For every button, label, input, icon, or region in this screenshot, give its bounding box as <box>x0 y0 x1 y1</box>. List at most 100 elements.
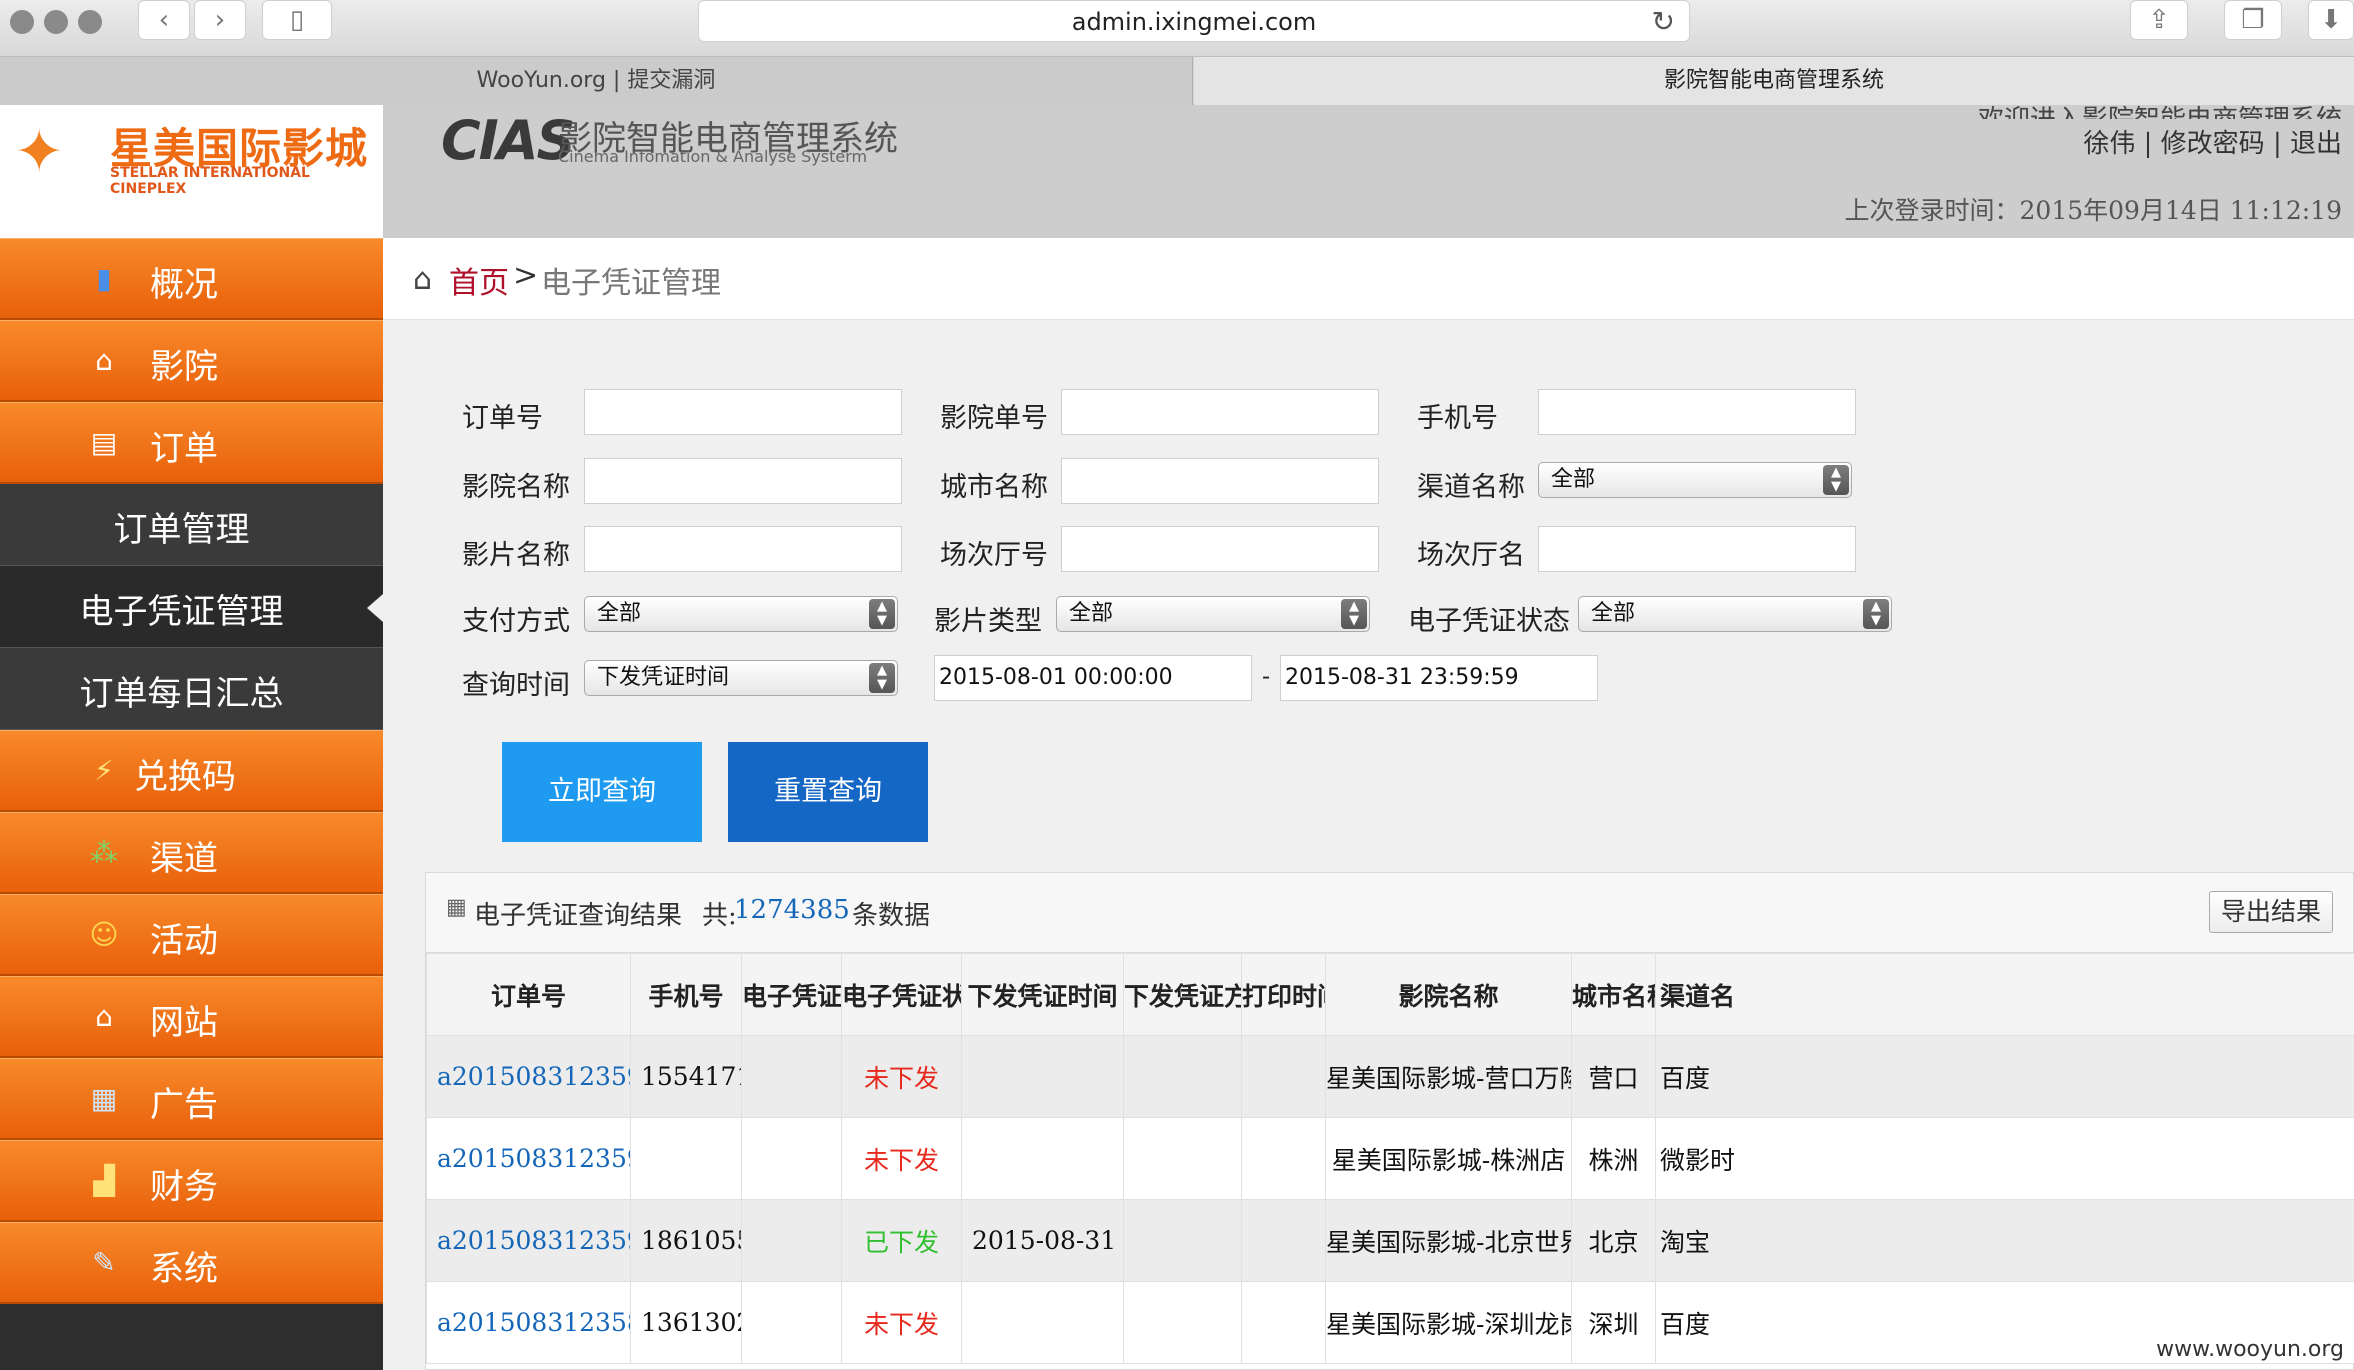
sidebar-item-order-management[interactable]: 订单管理 <box>0 484 383 566</box>
change-password-link[interactable]: 修改密码 <box>2161 129 2265 159</box>
cinema-cell: 星美国际影城-深圳龙岗万科店 <box>1325 1281 1572 1364</box>
download-icon[interactable]: ⬇ <box>2308 0 2354 40</box>
zoom-window-icon[interactable] <box>78 10 102 34</box>
sidebar-item-overview[interactable]: ▮ 概况 <box>0 238 383 320</box>
column-header[interactable]: 订单号 <box>426 953 631 1036</box>
cinema-cell: 星美国际影城-北京世界城店 <box>1325 1199 1572 1282</box>
sidebar-item-voucher-management[interactable]: 电子凭证管理 <box>0 566 383 648</box>
issue-method-cell <box>1123 1035 1242 1118</box>
sidebar-item-label: 概况 <box>150 265 218 305</box>
query-time-label: 查询时间 <box>462 670 570 701</box>
browser-tab-cias[interactable]: 影院智能电商管理系统 <box>1194 57 2354 105</box>
browser-tab-wooyun[interactable]: WooYun.org | 提交漏洞 <box>0 57 1193 105</box>
order-link[interactable]: a201508312359250844258 <box>426 1035 631 1118</box>
column-header[interactable]: 手机号 <box>630 953 742 1036</box>
sidebar-item-cinema[interactable]: ⌂ 影院 <box>0 320 383 402</box>
sidebar-item-ads[interactable]: ▦ 广告 <box>0 1058 383 1140</box>
table-row[interactable]: a201508312359250844258 15541710407 未下发 星… <box>426 1035 2354 1118</box>
results-title: 电子凭证查询结果 <box>474 901 683 931</box>
column-header[interactable]: 下发凭证时间 <box>961 953 1124 1036</box>
city-cell: 营口 <box>1571 1035 1656 1118</box>
voucher-cell <box>741 1281 842 1364</box>
chart-icon: ▮ <box>96 262 112 295</box>
minimize-window-icon[interactable] <box>44 10 68 34</box>
sidebar-item-label: 系统 <box>150 1249 218 1289</box>
results-panel: ▦ 电子凭证查询结果 共: 1274385 条数据 导出结果 订单号 手机号 电… <box>425 872 2354 1370</box>
share-icon[interactable]: ⇪ <box>2130 0 2188 40</box>
sidebar-item-system[interactable]: ✎ 系统 <box>0 1222 383 1304</box>
cinema-order-no-input[interactable] <box>1061 389 1379 435</box>
issue-method-cell <box>1123 1199 1242 1282</box>
status-cell: 未下发 <box>841 1281 962 1364</box>
sidebar-item-label: 兑换码 <box>134 757 236 797</box>
voucher-status-select[interactable]: 全部 ▲ ▼ <box>1578 596 1892 632</box>
column-header[interactable]: 电子凭证号 <box>741 953 842 1036</box>
sidebar-item-channel[interactable]: ⁂ 渠道 <box>0 812 383 894</box>
sidebar-item-order[interactable]: ▤ 订单 <box>0 402 383 484</box>
channel-cell: 百度 <box>1655 1035 2354 1118</box>
browser-tab-bar: WooYun.org | 提交漏洞 影院智能电商管理系统 <box>0 57 2354 105</box>
export-button[interactable]: 导出结果 <box>2209 891 2333 933</box>
order-no-input[interactable] <box>584 389 902 435</box>
column-header[interactable]: 城市名称 <box>1571 953 1656 1036</box>
address-bar[interactable]: admin.ixingmei.com ↻ <box>698 0 1690 42</box>
tabs-overview-icon[interactable]: ❐ <box>2224 0 2282 40</box>
reset-button[interactable]: 重置查询 <box>728 742 928 842</box>
breadcrumb: ⌂ 首页 > 电子凭证管理 <box>383 238 2354 320</box>
column-header[interactable]: 渠道名 <box>1655 953 2354 1036</box>
back-icon[interactable]: ‹ <box>138 0 190 40</box>
phone-cell: 15541710407 <box>630 1035 742 1118</box>
network-icon: ⁂ <box>90 836 118 869</box>
reload-icon[interactable]: ↻ <box>1652 1 1675 43</box>
status-cell: 未下发 <box>841 1035 962 1118</box>
pay-method-select[interactable]: 全部 ▲ ▼ <box>584 596 898 632</box>
cinema-cell: 星美国际影城-营口万隆广场店 <box>1325 1035 1572 1118</box>
voucher-cell <box>741 1035 842 1118</box>
chevron-updown-icon: ▲ ▼ <box>1341 599 1367 629</box>
logo[interactable]: ✦ 星美国际影城 STELLAR INTERNATIONAL CINEPLEX <box>0 105 383 238</box>
browser-toolbar: ‹ › ▯ admin.ixingmei.com ↻ ⇪ ❐ ⬇ <box>0 0 2354 57</box>
city-name-input[interactable] <box>1061 458 1379 504</box>
order-link[interactable]: a201508312358538508114 <box>426 1281 631 1364</box>
table-row[interactable]: a201508312359111358068 18610552170 已下发 2… <box>426 1199 2354 1282</box>
channel-select[interactable]: 全部 ▲ ▼ <box>1538 462 1852 498</box>
forward-icon[interactable]: › <box>194 0 246 40</box>
lightning-icon: ⚡ <box>94 754 114 787</box>
sidebar-item-finance[interactable]: ▟ 财务 <box>0 1140 383 1222</box>
table-row[interactable]: a201508312359135415561 未下发 星美国际影城-株洲店 株洲… <box>426 1117 2354 1200</box>
cinema-name-input[interactable] <box>584 458 902 504</box>
sidebar: ▮ 概况 ⌂ 影院 ▤ 订单 订单管理 电子凭证管理 订单每日汇总 ⚡ 兑换码 … <box>0 238 383 1370</box>
sidebar-item-daily-summary[interactable]: 订单每日汇总 <box>0 648 383 730</box>
film-name-input[interactable] <box>584 526 902 572</box>
query-button[interactable]: 立即查询 <box>502 742 702 842</box>
phone-input[interactable] <box>1538 389 1856 435</box>
cinema-cell: 星美国际影城-株洲店 <box>1325 1117 1572 1200</box>
end-time-input[interactable]: 2015-08-31 23:59:59 <box>1280 655 1598 701</box>
table-header-row: 订单号 手机号 电子凭证号 电子凭证状态 下发凭证时间 下发凭证方式 打印时间 … <box>426 953 2354 1036</box>
close-window-icon[interactable] <box>10 10 34 34</box>
status-cell: 已下发 <box>841 1199 962 1282</box>
column-header[interactable]: 影院名称 <box>1325 953 1572 1036</box>
breadcrumb-home-link[interactable]: 首页 <box>449 258 509 302</box>
table-row[interactable]: a201508312358538508114 13613026786 未下发 星… <box>426 1281 2354 1364</box>
start-time-input[interactable]: 2015-08-01 00:00:00 <box>934 655 1252 701</box>
user-name-link[interactable]: 徐伟 <box>2083 129 2135 159</box>
logout-link[interactable]: 退出 <box>2290 129 2342 159</box>
sidebar-item-label: 网站 <box>150 1003 218 1043</box>
sidebar-item-website[interactable]: ⌂ 网站 <box>0 976 383 1058</box>
sidebar-item-redeem-code[interactable]: ⚡ 兑换码 <box>0 730 383 812</box>
hall-name-input[interactable] <box>1538 526 1856 572</box>
film-type-select[interactable]: 全部 ▲ ▼ <box>1056 596 1370 632</box>
issue-time-cell <box>961 1117 1124 1200</box>
query-time-select[interactable]: 下发凭证时间 ▲ ▼ <box>584 660 898 696</box>
column-header[interactable]: 下发凭证方式 <box>1123 953 1242 1036</box>
sidebar-toggle-icon[interactable]: ▯ <box>262 0 332 40</box>
hall-no-input[interactable] <box>1061 526 1379 572</box>
column-header[interactable]: 电子凭证状态 <box>841 953 962 1036</box>
order-link[interactable]: a201508312359111358068 <box>426 1199 631 1282</box>
column-header[interactable]: 打印时间 <box>1241 953 1326 1036</box>
breadcrumb-current: 电子凭证管理 <box>541 266 721 301</box>
sidebar-item-activity[interactable]: ☺ 活动 <box>0 894 383 976</box>
calendar-icon: ▦ <box>90 1082 118 1115</box>
order-link[interactable]: a201508312359135415561 <box>426 1117 631 1200</box>
